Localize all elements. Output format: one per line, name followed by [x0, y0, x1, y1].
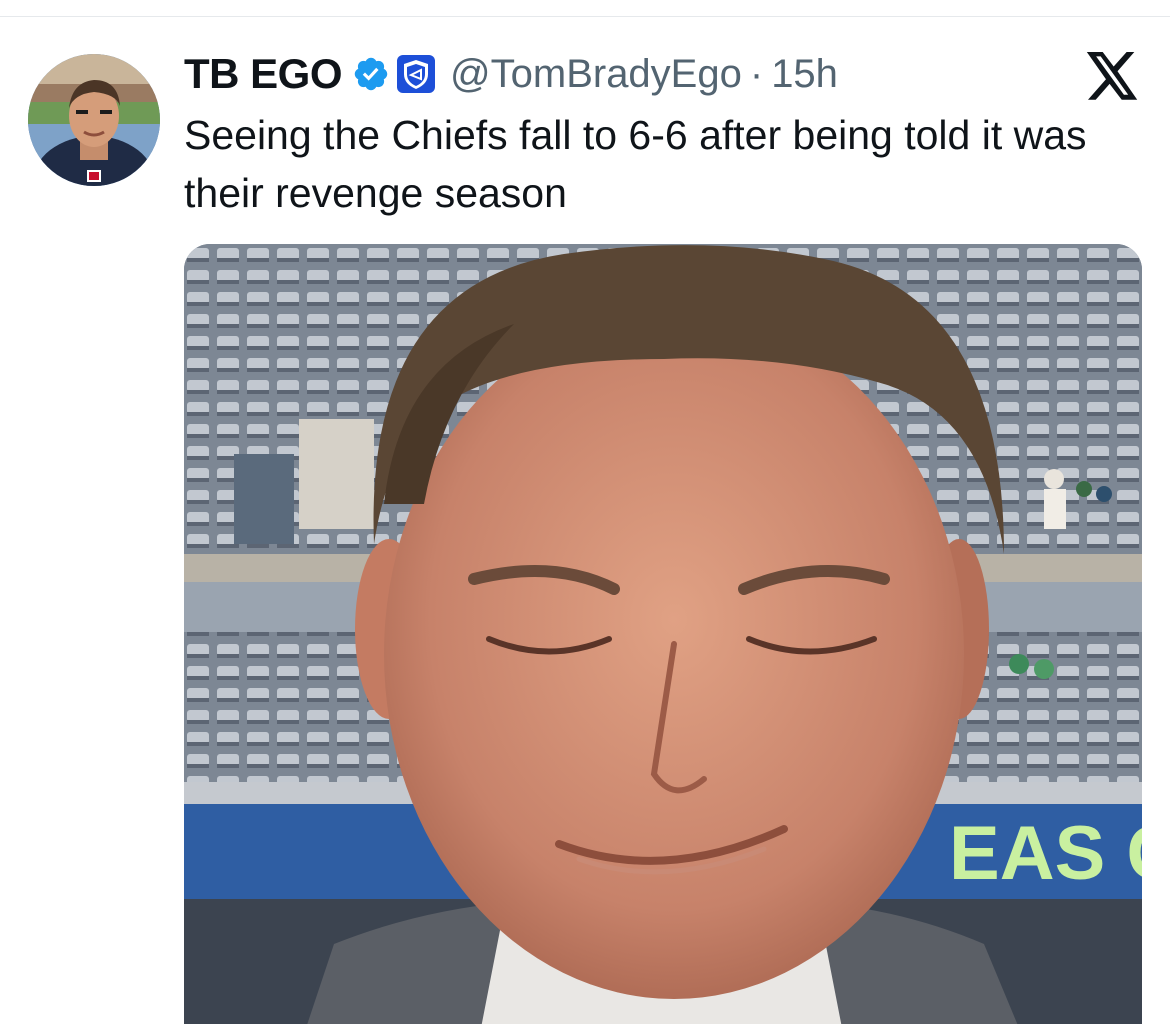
verified-badge-icon [352, 55, 390, 93]
x-logo-icon[interactable] [1086, 52, 1140, 100]
stadium-banner-text: EAS C [949, 811, 1142, 896]
separator-dot: · [749, 51, 764, 96]
avatar-image [28, 54, 160, 186]
post-text: Seeing the Chiefs fall to 6-6 after bein… [184, 112, 1087, 216]
post-media-image[interactable]: EAS C [184, 244, 1142, 1024]
meme-photo: EAS C [184, 244, 1142, 1024]
top-divider [0, 16, 1170, 17]
handle[interactable]: @TomBradyEgo [450, 52, 742, 97]
display-name[interactable]: TB EGO [184, 50, 343, 98]
affiliate-shield-icon[interactable] [396, 54, 436, 94]
avatar[interactable] [28, 54, 160, 186]
tweet-card: TB EGO @TomBradyEgo · 15h Seeing the Chi… [0, 0, 1170, 1024]
timestamp[interactable]: 15h [771, 52, 838, 97]
post-header: TB EGO @TomBradyEgo · 15h [184, 48, 838, 100]
